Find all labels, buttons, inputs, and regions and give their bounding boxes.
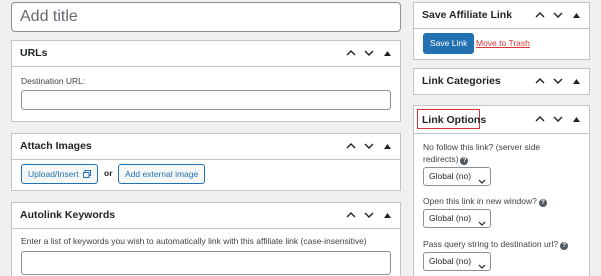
autolink-keywords-header[interactable]: Autolink Keywords xyxy=(12,203,400,229)
upload-insert-button[interactable]: Upload/Insert xyxy=(21,164,98,184)
autolink-keywords-box: Autolink Keywords Enter a list of keywor… xyxy=(11,202,401,276)
link-categories-header[interactable]: Link Categories xyxy=(414,69,589,95)
title-input[interactable]: Add title xyxy=(11,2,401,32)
toggle-panel-icon[interactable] xyxy=(380,207,394,223)
link-options-box: Link Options No follow this link? (serve… xyxy=(413,105,590,276)
attach-images-title: Attach Images xyxy=(20,140,92,152)
toggle-panel-icon[interactable] xyxy=(569,73,583,89)
pass-query-label: Pass query string to destination url?? xyxy=(423,239,569,250)
move-up-icon[interactable] xyxy=(344,45,358,61)
toggle-panel-icon[interactable] xyxy=(380,45,394,61)
nofollow-select-value: Global (no) xyxy=(429,171,472,181)
link-options-header[interactable]: Link Options xyxy=(414,106,589,134)
destination-url-label: Destination URL: xyxy=(21,76,86,86)
toggle-panel-icon[interactable] xyxy=(569,111,583,127)
link-categories-title: Link Categories xyxy=(422,75,501,87)
pass-query-label-text: Pass query string to destination url? xyxy=(423,239,559,249)
link-options-title: Link Options xyxy=(422,114,487,126)
media-icon xyxy=(82,166,91,184)
pass-query-select[interactable]: Global (no) xyxy=(423,252,491,271)
new-window-select-value: Global (no) xyxy=(429,213,472,223)
move-down-icon[interactable] xyxy=(551,7,565,23)
move-to-trash-link[interactable]: Move to Trash xyxy=(476,38,530,48)
save-box-title: Save Affiliate Link xyxy=(422,9,513,21)
attach-images-header[interactable]: Attach Images xyxy=(12,134,400,160)
autolink-description: Enter a list of keywords you wish to aut… xyxy=(21,236,367,246)
add-external-image-button[interactable]: Add external image xyxy=(118,164,206,184)
urls-box-header[interactable]: URLs xyxy=(12,41,400,67)
new-window-select[interactable]: Global (no) xyxy=(423,209,491,228)
move-up-icon[interactable] xyxy=(344,207,358,223)
save-box-header[interactable]: Save Affiliate Link xyxy=(414,3,589,29)
urls-box: URLs Destination URL: xyxy=(11,40,401,122)
move-down-icon[interactable] xyxy=(362,45,376,61)
chevron-down-icon xyxy=(478,258,486,275)
move-down-icon[interactable] xyxy=(362,207,376,223)
move-up-icon[interactable] xyxy=(533,111,547,127)
title-placeholder: Add title xyxy=(20,8,78,25)
move-down-icon[interactable] xyxy=(551,111,565,127)
autolink-keywords-title: Autolink Keywords xyxy=(20,209,116,221)
help-icon[interactable]: ? xyxy=(538,199,547,207)
chevron-down-icon xyxy=(478,173,486,190)
toggle-panel-icon[interactable] xyxy=(569,7,583,23)
nofollow-select[interactable]: Global (no) xyxy=(423,167,491,186)
nofollow-label-line1: No follow this link? (server side xyxy=(423,142,541,152)
urls-box-title: URLs xyxy=(20,47,48,59)
toggle-panel-icon[interactable] xyxy=(380,138,394,154)
move-up-icon[interactable] xyxy=(344,138,358,154)
move-down-icon[interactable] xyxy=(551,73,565,89)
nofollow-label: No follow this link? (server side redire… xyxy=(423,141,540,165)
save-affiliate-link-box: Save Affiliate Link Save Link Move to Tr… xyxy=(413,2,590,60)
move-up-icon[interactable] xyxy=(533,73,547,89)
nofollow-label-line2: redirects) xyxy=(423,154,459,164)
attach-images-box: Attach Images Upload/Insert or Add exter… xyxy=(11,133,401,191)
pass-query-select-value: Global (no) xyxy=(429,256,472,266)
move-up-icon[interactable] xyxy=(533,7,547,23)
move-down-icon[interactable] xyxy=(362,138,376,154)
destination-url-input[interactable] xyxy=(21,90,391,110)
chevron-down-icon xyxy=(478,215,486,232)
link-categories-box: Link Categories xyxy=(413,68,590,95)
autolink-keywords-input[interactable] xyxy=(21,251,391,275)
new-window-label-text: Open this link in new window? xyxy=(423,196,537,206)
save-link-button[interactable]: Save Link xyxy=(423,33,475,54)
upload-insert-label: Upload/Insert xyxy=(28,169,79,179)
help-icon[interactable]: ? xyxy=(560,242,569,250)
new-window-label: Open this link in new window?? xyxy=(423,196,547,207)
or-text: or xyxy=(104,168,113,178)
help-icon[interactable]: ? xyxy=(460,157,469,165)
